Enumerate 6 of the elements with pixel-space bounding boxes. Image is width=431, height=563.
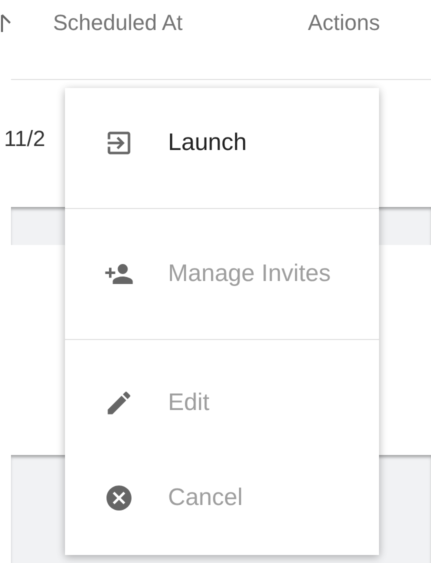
cancel-icon	[104, 483, 134, 513]
column-header: Actions	[308, 10, 380, 36]
menu-item[interactable]: Launch	[65, 88, 379, 209]
sort-arrow-icon[interactable]	[0, 12, 12, 32]
table-cell: 11/2	[4, 126, 46, 152]
column-header[interactable]: Scheduled At	[53, 10, 183, 36]
